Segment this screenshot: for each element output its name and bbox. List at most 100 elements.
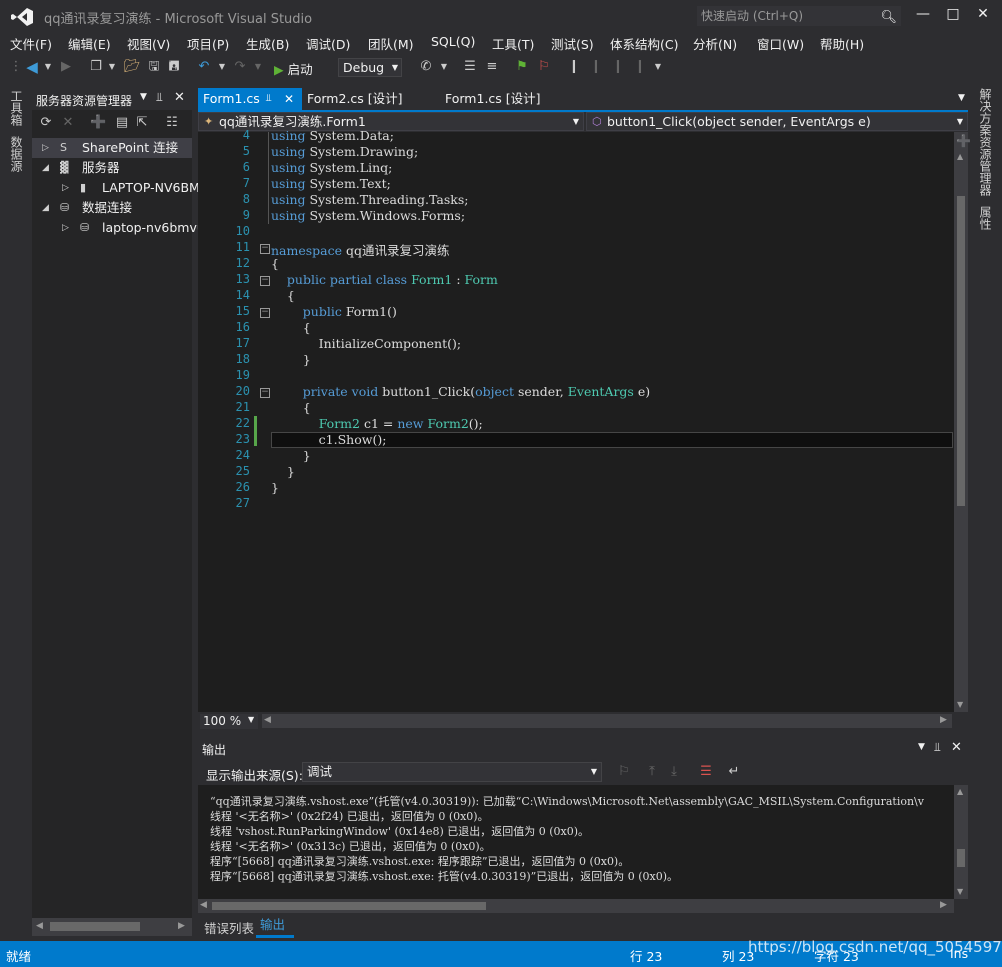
- chevron-down-icon[interactable]: ▼: [104, 59, 120, 75]
- menu-item[interactable]: 生成(B): [246, 34, 289, 53]
- menu-item[interactable]: 团队(M): [368, 34, 414, 53]
- pin-icon[interactable]: ⫫: [934, 740, 941, 755]
- collapse-icon[interactable]: ◢: [42, 158, 49, 178]
- connect-database-icon[interactable]: ➕: [90, 115, 106, 131]
- tab-form1-cs[interactable]: Form1.cs ⫫ ✕: [198, 88, 302, 110]
- chevron-down-icon[interactable]: ▼: [214, 59, 230, 75]
- next-message-icon[interactable]: ⤓: [666, 764, 682, 780]
- solution-config-select[interactable]: Debug ▼: [338, 58, 402, 77]
- collapse-icon[interactable]: ◢: [42, 198, 49, 218]
- new-project-icon[interactable]: ❐: [88, 59, 104, 75]
- panel-menu-icon[interactable]: ▼: [918, 742, 925, 752]
- scroll-right-icon[interactable]: ▶: [940, 900, 947, 910]
- close-icon[interactable]: ✕: [951, 740, 962, 755]
- stop-icon[interactable]: ✕: [60, 115, 76, 131]
- save-icon[interactable]: 🖫︎: [146, 59, 162, 75]
- scroll-left-icon[interactable]: ◀: [264, 715, 271, 725]
- properties-icon[interactable]: ☷: [164, 115, 180, 131]
- tree-node[interactable]: ◢ ▓ 服务器: [32, 158, 192, 178]
- scroll-down-icon[interactable]: ▼: [957, 887, 963, 896]
- find-in-files-icon[interactable]: ✆: [418, 59, 434, 75]
- tree-node[interactable]: ▷ ▮ LAPTOP-NV6BM: [32, 178, 200, 198]
- search-icon[interactable]: 🔍︎: [880, 8, 897, 28]
- chevron-down-icon[interactable]: ▼: [250, 59, 266, 75]
- output-source-select[interactable]: 调试 ▼: [302, 762, 602, 782]
- tree-node[interactable]: ▷ ⛁ laptop-nv6bmvu: [32, 218, 205, 238]
- prev-bookmark-icon[interactable]: ❙: [588, 59, 604, 75]
- tree-node[interactable]: ▷ S SharePoint 连接: [32, 138, 192, 158]
- scroll-right-icon[interactable]: ▶: [940, 715, 947, 725]
- close-button[interactable]: ✕: [968, 4, 998, 26]
- scroll-up-icon[interactable]: ▲: [957, 152, 963, 161]
- panel-menu-icon[interactable]: ▼: [140, 92, 147, 102]
- scroll-thumb[interactable]: [957, 849, 965, 867]
- bookmark-icon[interactable]: ❙: [566, 59, 582, 75]
- properties-tab[interactable]: 属性: [977, 206, 994, 230]
- collapse-region-icon[interactable]: −: [260, 308, 270, 318]
- menu-item[interactable]: SQL(Q): [431, 34, 475, 49]
- expand-icon[interactable]: ▷: [42, 138, 49, 158]
- redo-icon[interactable]: ↷: [232, 59, 248, 75]
- menu-item[interactable]: 项目(P): [187, 34, 229, 53]
- connect-server-icon[interactable]: ▤: [114, 115, 130, 131]
- refresh-icon[interactable]: ⟳: [38, 115, 54, 131]
- pin-icon[interactable]: ⫫: [156, 90, 163, 105]
- word-wrap-icon[interactable]: ↵: [726, 764, 742, 780]
- tab-error-list[interactable]: 错误列表: [204, 918, 254, 937]
- toggle-breakpoint-icon[interactable]: ⚑: [514, 59, 530, 75]
- output-hscroll[interactable]: ◀ ▶: [198, 899, 954, 913]
- tab-form1-design[interactable]: Form1.cs [设计]: [440, 88, 580, 110]
- editor-scroll-thumb[interactable]: [957, 196, 965, 506]
- open-file-icon[interactable]: 📂︎: [124, 59, 141, 75]
- scroll-thumb[interactable]: [212, 902, 486, 910]
- tab-form2-design[interactable]: Form2.cs [设计]: [302, 88, 412, 110]
- split-editor-icon[interactable]: ➕: [956, 134, 971, 148]
- tab-output[interactable]: 输出: [256, 915, 294, 938]
- menu-item[interactable]: 帮助(H): [820, 34, 864, 53]
- collapse-region-icon[interactable]: −: [260, 244, 270, 254]
- menu-item[interactable]: 视图(V): [127, 34, 170, 53]
- menu-item[interactable]: 工具(T): [492, 34, 534, 53]
- scroll-left-icon[interactable]: ◀: [36, 921, 43, 931]
- next-bookmark-icon[interactable]: ❙: [610, 59, 626, 75]
- tab-overflow-icon[interactable]: ▼: [958, 93, 965, 103]
- output-vscroll[interactable]: ▲ ▼: [954, 785, 968, 899]
- member-selector[interactable]: ⬡ button1_Click(object sender, EventArgs…: [586, 112, 968, 131]
- scroll-thumb[interactable]: [50, 922, 140, 931]
- data-sources-tab[interactable]: 数据源: [8, 136, 25, 172]
- pin-icon[interactable]: ⫫: [266, 88, 272, 110]
- expand-icon[interactable]: ▷: [62, 218, 69, 238]
- menu-item[interactable]: 编辑(E): [68, 34, 111, 53]
- connect-sharepoint-icon[interactable]: ⇱: [134, 115, 150, 131]
- undo-icon[interactable]: ↶: [196, 59, 212, 75]
- close-icon[interactable]: ✕: [174, 90, 185, 105]
- menu-item[interactable]: 分析(N): [693, 34, 737, 53]
- collapse-region-icon[interactable]: −: [260, 276, 270, 286]
- save-all-icon[interactable]: 🖪︎: [166, 59, 182, 75]
- scroll-down-icon[interactable]: ▼: [957, 700, 963, 709]
- chevron-down-icon[interactable]: ▼: [650, 59, 666, 75]
- close-icon[interactable]: ✕: [284, 88, 294, 110]
- tree-node[interactable]: ◢ ⛁ 数据连接: [32, 198, 192, 218]
- solution-explorer-tab[interactable]: 解决方案资源管理器: [977, 88, 994, 196]
- toolbox-tab[interactable]: 工具箱: [8, 90, 25, 126]
- minimize-button[interactable]: —: [908, 4, 938, 26]
- align-right-icon[interactable]: ≡: [484, 59, 500, 75]
- prev-message-icon[interactable]: ⤒: [644, 764, 660, 780]
- menu-item[interactable]: 文件(F): [10, 34, 52, 53]
- menu-item[interactable]: 体系结构(C): [610, 34, 678, 53]
- navigate-back-icon[interactable]: ◀: [24, 59, 40, 75]
- expand-icon[interactable]: ▷: [62, 178, 69, 198]
- quick-launch-input[interactable]: 快速启动 (Ctrl+Q) 🔍︎: [697, 6, 901, 26]
- menu-item[interactable]: 窗口(W): [757, 34, 804, 53]
- collapse-region-icon[interactable]: −: [260, 388, 270, 398]
- chevron-down-icon[interactable]: ▼: [40, 59, 56, 75]
- clear-bookmarks-icon[interactable]: ❙: [632, 59, 648, 75]
- scroll-left-icon[interactable]: ◀: [200, 900, 207, 910]
- clear-all-icon[interactable]: ☰: [698, 764, 714, 780]
- maximize-button[interactable]: □: [938, 4, 968, 26]
- server-explorer-hscroll[interactable]: ◀ ▶: [32, 918, 192, 936]
- scroll-up-icon[interactable]: ▲: [957, 787, 963, 796]
- menu-item[interactable]: 测试(S): [551, 34, 594, 53]
- start-debug-button[interactable]: ▶ 启动: [274, 59, 313, 78]
